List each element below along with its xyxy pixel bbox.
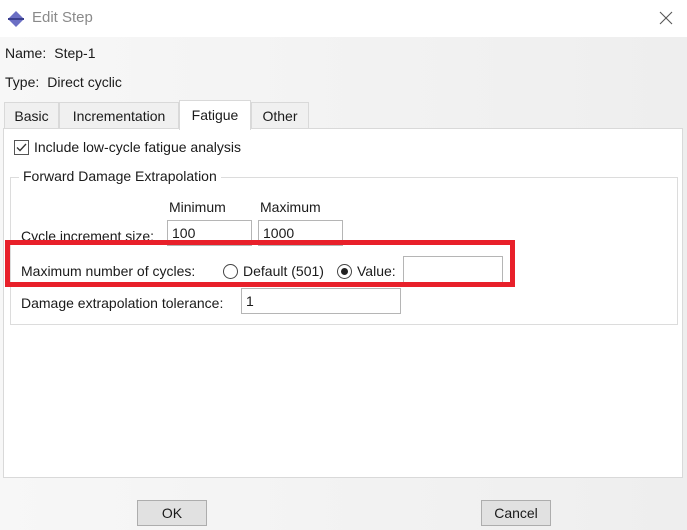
step-type-row: Type: Direct cyclic xyxy=(5,74,122,90)
name-label: Name: xyxy=(5,45,47,61)
max-cycles-value-input[interactable] xyxy=(403,256,503,284)
tab-other[interactable]: Other xyxy=(251,102,309,129)
title-bar: Edit Step xyxy=(0,0,687,37)
type-value: Direct cyclic xyxy=(47,74,122,90)
forward-damage-extrapolation-group: Forward Damage Extrapolation Minimum Max… xyxy=(10,168,678,325)
max-cycles-label: Maximum number of cycles: xyxy=(21,263,196,279)
default-cycles-radio[interactable] xyxy=(223,264,238,279)
name-value: Step-1 xyxy=(54,45,96,61)
step-name-row: Name: Step-1 xyxy=(5,45,95,61)
cancel-button[interactable]: Cancel xyxy=(481,500,551,526)
cycle-increment-label: Cycle increment size: xyxy=(21,228,155,244)
cycle-increment-max-input[interactable] xyxy=(258,220,343,246)
group-title: Forward Damage Extrapolation xyxy=(19,168,221,184)
step-diamond-icon xyxy=(7,10,25,28)
fatigue-tab-panel: Include low-cycle fatigue analysis Forwa… xyxy=(3,128,683,478)
damage-tolerance-input[interactable] xyxy=(241,288,401,314)
window-title: Edit Step xyxy=(32,9,93,26)
type-label: Type: xyxy=(5,74,40,90)
low-cycle-fatigue-label: Include low-cycle fatigue analysis xyxy=(34,139,241,155)
value-cycles-radio[interactable] xyxy=(337,264,352,279)
close-icon[interactable] xyxy=(656,8,676,28)
damage-tolerance-label: Damage extrapolation tolerance: xyxy=(21,295,224,311)
ok-button[interactable]: OK xyxy=(137,500,207,526)
maximum-column-header: Maximum xyxy=(260,199,321,215)
tab-basic[interactable]: Basic xyxy=(4,102,59,129)
value-cycles-label[interactable]: Value: xyxy=(357,263,396,279)
low-cycle-fatigue-checkbox[interactable] xyxy=(14,139,29,155)
tab-fatigue[interactable]: Fatigue xyxy=(179,100,251,130)
tab-incrementation[interactable]: Incrementation xyxy=(59,102,179,129)
low-cycle-fatigue-checkbox-row[interactable]: Include low-cycle fatigue analysis xyxy=(14,139,241,155)
default-cycles-label[interactable]: Default (501) xyxy=(243,263,324,279)
minimum-column-header: Minimum xyxy=(169,199,226,215)
cycle-increment-min-input[interactable] xyxy=(167,220,252,246)
